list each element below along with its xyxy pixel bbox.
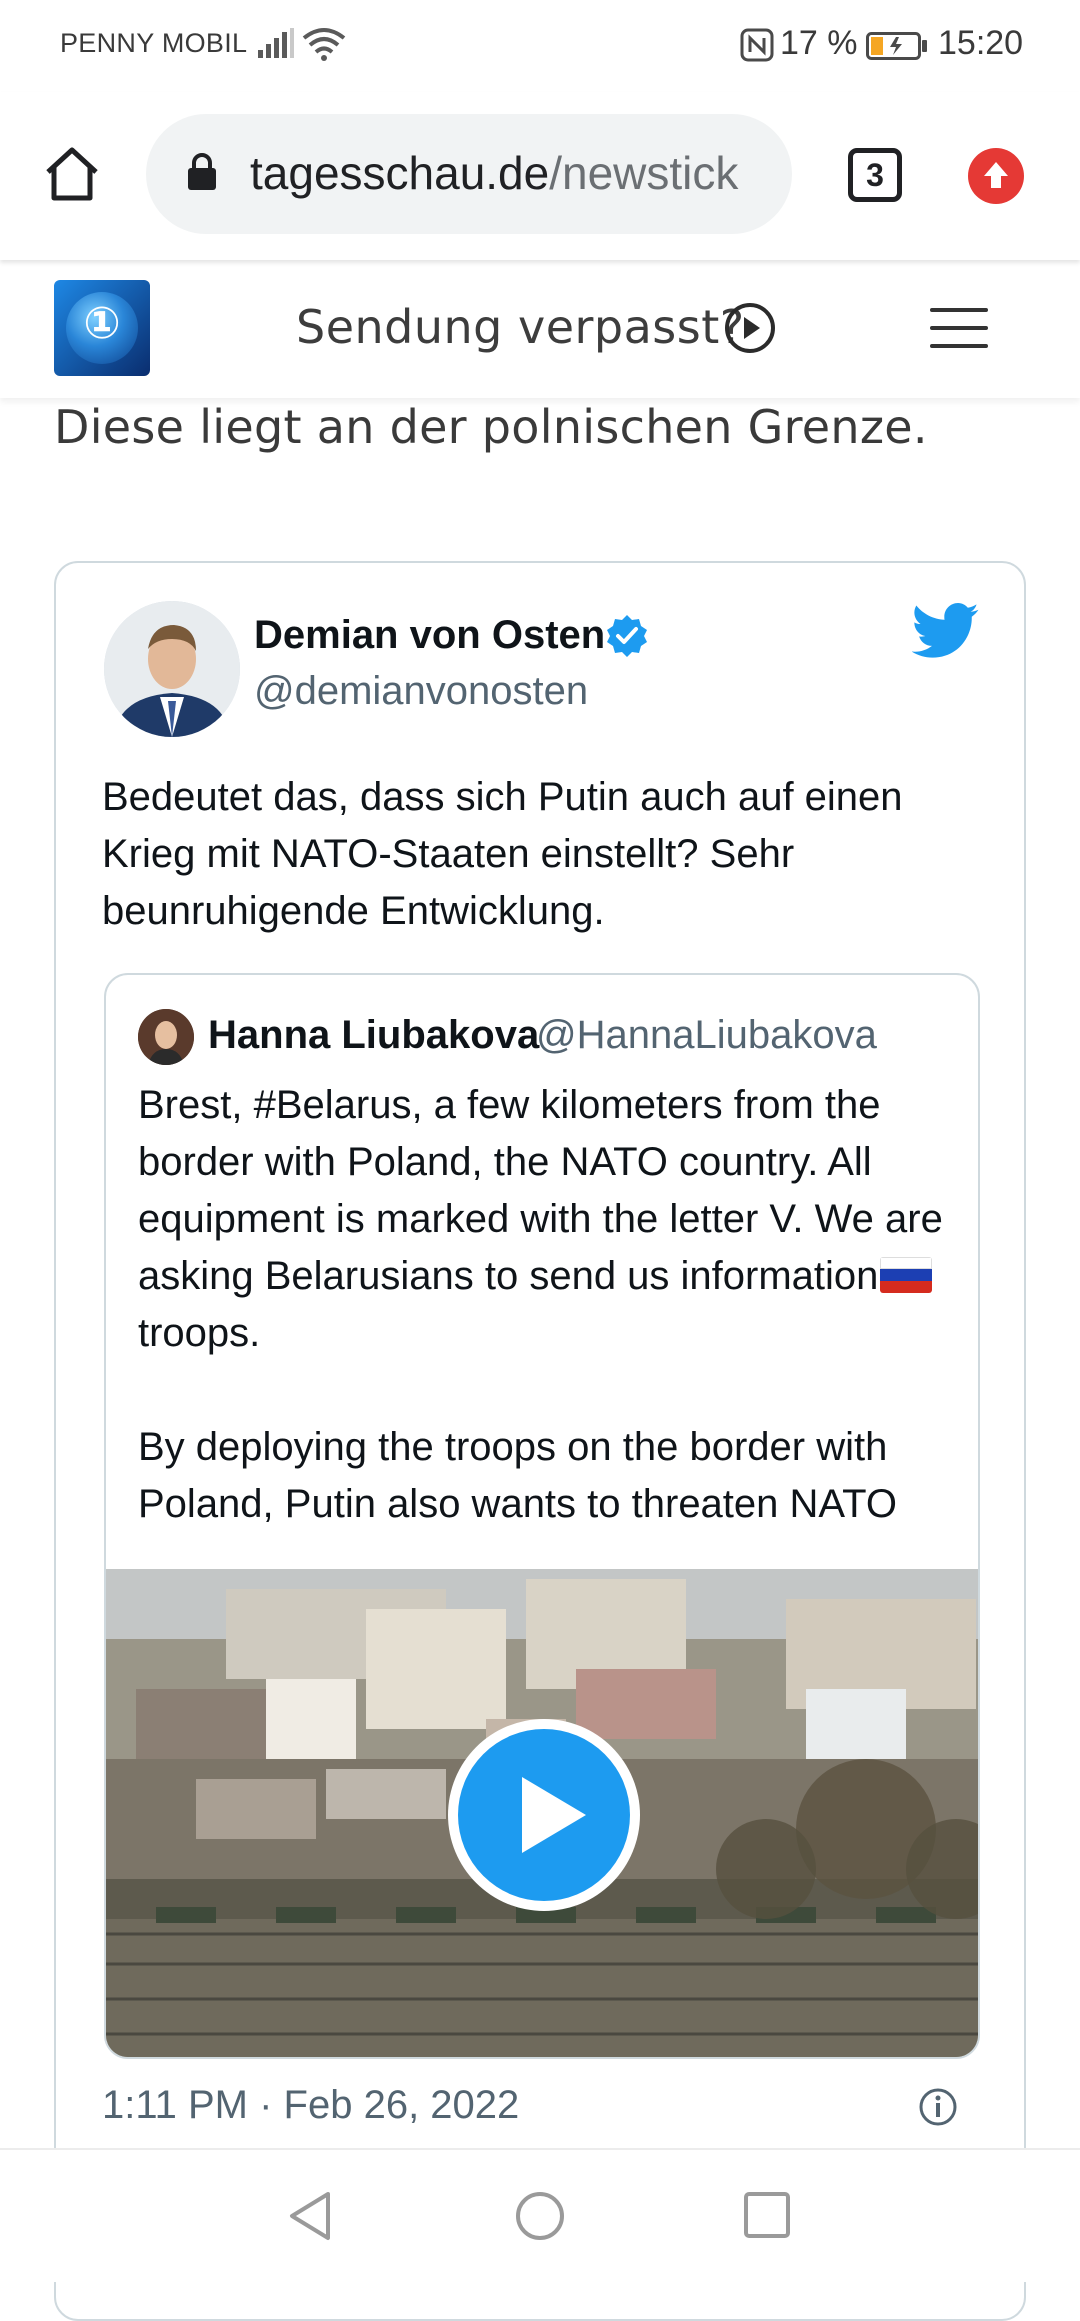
- tagesschau-logo[interactable]: ①: [54, 280, 150, 376]
- verified-badge-icon: [607, 615, 647, 657]
- author-handle[interactable]: @demianvonosten: [254, 669, 588, 714]
- status-bar: PENNY MOBIL 17 % 15:20: [0, 0, 1080, 92]
- missed-show-link[interactable]: Sendung verpasst?: [296, 300, 745, 354]
- tab-switcher-button[interactable]: 3: [848, 148, 902, 202]
- update-button[interactable]: [968, 148, 1024, 204]
- quoted-author-avatar[interactable]: [138, 1009, 194, 1065]
- home-icon[interactable]: [40, 142, 104, 206]
- url-host: tagesschau.de: [250, 147, 550, 199]
- logo-mark: ①: [83, 298, 121, 349]
- twitter-bird-icon[interactable]: [912, 603, 980, 659]
- home-circle-icon[interactable]: [514, 2188, 566, 2244]
- avatar-image: [104, 601, 240, 737]
- recent-apps-icon[interactable]: [742, 2190, 792, 2240]
- hamburger-menu-icon[interactable]: [930, 308, 988, 348]
- back-icon[interactable]: [284, 2188, 336, 2244]
- info-icon[interactable]: [918, 2087, 958, 2127]
- signal-icon: [258, 28, 294, 58]
- wifi-icon: [302, 28, 346, 61]
- nfc-icon: [740, 28, 774, 62]
- site-header: ① Sendung verpasst?: [0, 260, 1080, 398]
- clock: 15:20: [938, 24, 1024, 62]
- browser-toolbar: tagesschau.de/newstick 3: [0, 92, 1080, 260]
- system-navigation-bar: [0, 2148, 1080, 2282]
- tweet-text: Bedeutet das, dass sich Putin auch auf e…: [102, 775, 903, 933]
- quoted-tweet[interactable]: Hanna Liubakova @HannaLiubakova Brest, #…: [104, 973, 980, 2059]
- url-path: /newstick: [549, 147, 739, 199]
- quoted-text-paragraph-2: By deploying the troops on the border wi…: [138, 1425, 897, 1526]
- url-text: tagesschau.de/newstick: [250, 146, 738, 200]
- arrow-up-icon: [984, 162, 1008, 188]
- address-bar[interactable]: tagesschau.de/newstick: [146, 114, 792, 234]
- lock-icon: [188, 153, 216, 190]
- quoted-author-handle[interactable]: @HannaLiubakova: [536, 1013, 877, 1058]
- quoted-avatar-image: [138, 1009, 194, 1065]
- article-paragraph: Diese liegt an der polnischen Grenze.: [54, 400, 928, 454]
- author-avatar[interactable]: [104, 601, 240, 737]
- tweet-timestamp[interactable]: 1:11 PM · Feb 26, 2022: [102, 2083, 519, 2128]
- quoted-tweet-text: Brest, #Belarus, a few kilometers from t…: [138, 1077, 968, 1533]
- russia-flag-icon: [880, 1257, 933, 1293]
- play-circle-icon[interactable]: [724, 302, 776, 354]
- battery-percent: 17 %: [780, 24, 858, 62]
- carrier-label: PENNY MOBIL: [60, 28, 248, 58]
- quoted-text-part-1: Brest, #Belarus, a few kilometers from t…: [138, 1083, 943, 1298]
- quoted-text-part-2: troops.: [138, 1311, 261, 1355]
- author-name[interactable]: Demian von Osten: [254, 613, 605, 658]
- quoted-author-name[interactable]: Hanna Liubakova: [208, 1013, 539, 1058]
- video-thumbnail[interactable]: [106, 1569, 978, 2057]
- tweet-embed[interactable]: Demian von Osten @demianvonosten Bedeute…: [54, 561, 1026, 2321]
- play-icon[interactable]: [444, 1715, 644, 1915]
- battery-icon: [866, 32, 927, 60]
